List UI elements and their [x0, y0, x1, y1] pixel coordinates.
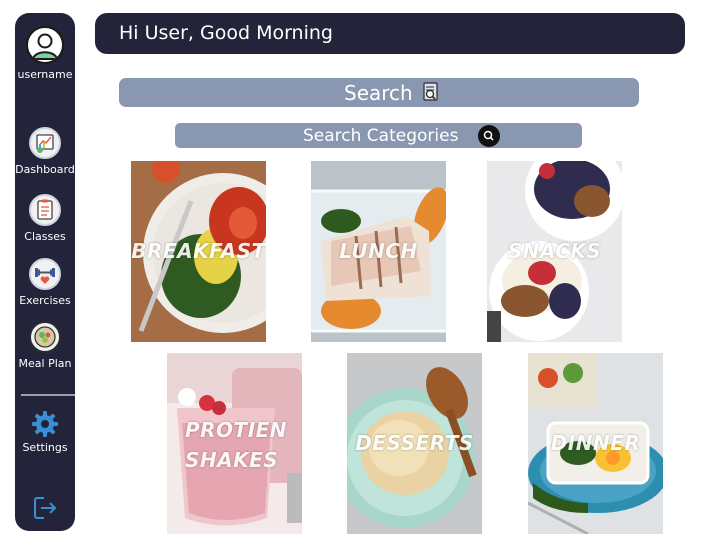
category-card-lunch[interactable]: LUNCH — [311, 161, 446, 342]
logout-button[interactable] — [15, 494, 75, 522]
category-card-desserts[interactable]: DESSERTS — [347, 353, 482, 534]
category-label: PROTIEN SHAKES — [185, 418, 288, 472]
search-bar[interactable]: Search — [119, 78, 639, 107]
sidebar-item-label: Classes — [24, 230, 66, 243]
category-label: LUNCH — [339, 239, 418, 263]
sidebar-item-label: Exercises — [19, 294, 71, 307]
sidebar-item-dashboard[interactable]: Dashboard — [15, 127, 75, 176]
category-card-dinner[interactable]: DINNER — [528, 353, 663, 534]
category-label: DESSERTS — [355, 431, 474, 455]
sidebar-item-label: Dashboard — [15, 163, 75, 176]
sidebar-item-meal-plan[interactable]: Meal Plan — [15, 321, 75, 370]
logout-icon — [31, 494, 59, 522]
gear-icon — [30, 409, 60, 439]
salad-bowl-icon — [29, 321, 61, 353]
magnifier-icon[interactable] — [478, 125, 500, 147]
category-label: BREAKFAST — [131, 239, 266, 263]
category-card-protein-shakes[interactable]: PROTIEN SHAKES — [167, 353, 302, 534]
search-label: Search — [344, 81, 413, 105]
sidebar-divider — [21, 394, 75, 396]
sidebar-item-classes[interactable]: Classes — [15, 194, 75, 243]
dashboard-chart-icon — [29, 127, 61, 159]
dumbbell-heart-icon — [29, 258, 61, 290]
sidebar-item-settings[interactable]: Settings — [15, 409, 75, 454]
search-categories-label: Search Categories — [303, 126, 459, 146]
greeting-header: Hi User, Good Morning — [95, 13, 685, 54]
sidebar-item-label: Meal Plan — [18, 357, 72, 370]
category-card-snacks[interactable]: SNACKS — [487, 161, 622, 342]
search-categories-bar[interactable]: Search Categories — [175, 123, 582, 148]
avatar-icon — [26, 26, 64, 64]
sidebar: username Dashboard Classes Exercises Mea… — [15, 13, 75, 531]
search-document-icon[interactable] — [421, 82, 441, 103]
username-label: username — [17, 68, 73, 81]
category-label: DINNER — [550, 431, 641, 455]
greeting-text: Hi User, Good Morning — [119, 22, 333, 44]
sidebar-item-label: Settings — [22, 441, 68, 454]
category-card-breakfast[interactable]: BREAKFAST — [131, 161, 266, 342]
user-profile[interactable]: username — [15, 26, 75, 81]
sidebar-item-exercises[interactable]: Exercises — [15, 258, 75, 307]
clipboard-checklist-icon — [29, 194, 61, 226]
category-label: SNACKS — [507, 239, 602, 263]
